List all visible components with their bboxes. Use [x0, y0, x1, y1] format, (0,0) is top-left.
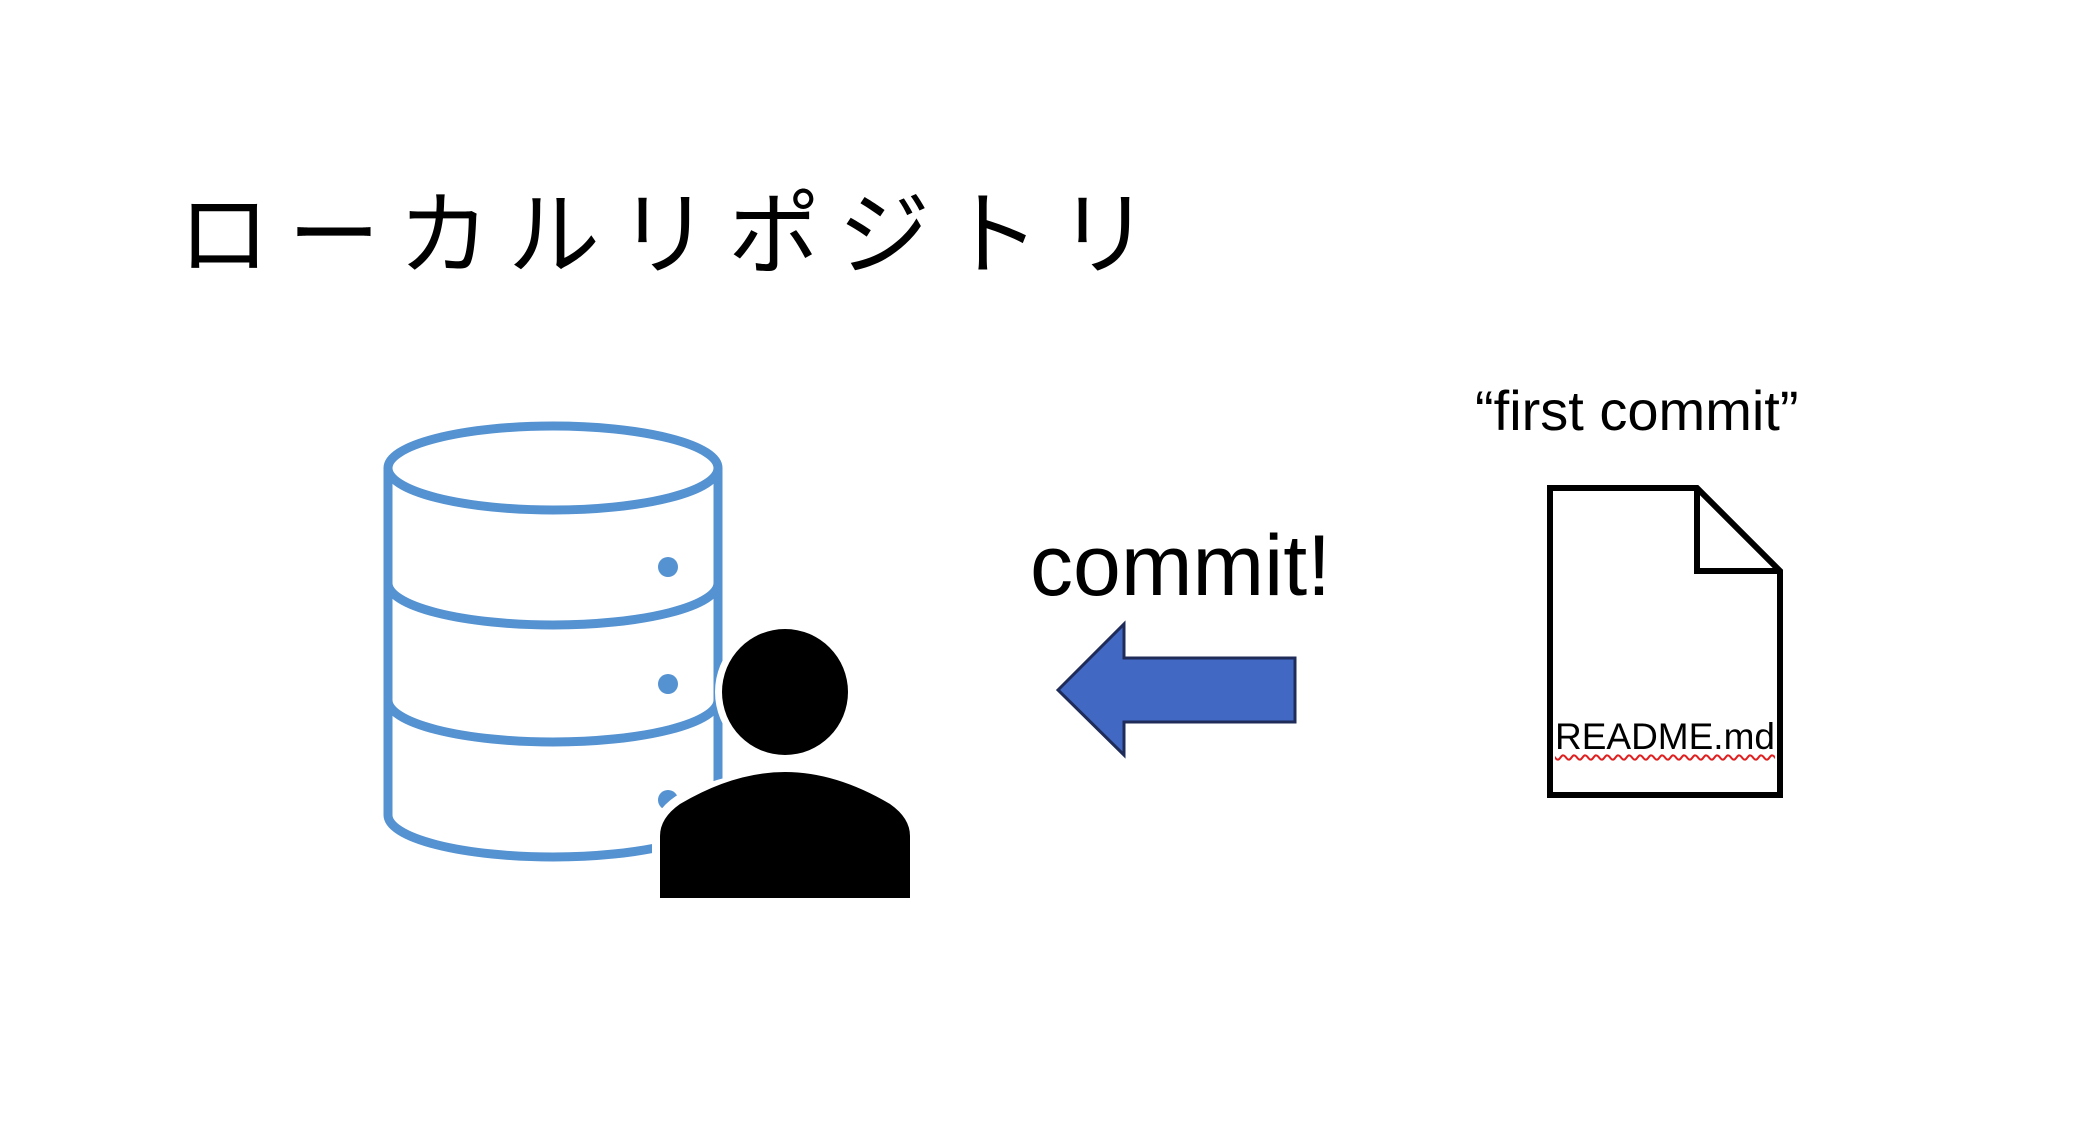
- file-name-label: README.md: [1555, 716, 1775, 757]
- person-icon: [652, 622, 918, 898]
- database-icon: [383, 421, 723, 862]
- arrow-left-icon: [1055, 620, 1297, 759]
- commit-message: “first commit”: [1475, 379, 1799, 442]
- commit-action-label: commit!: [1030, 518, 1331, 614]
